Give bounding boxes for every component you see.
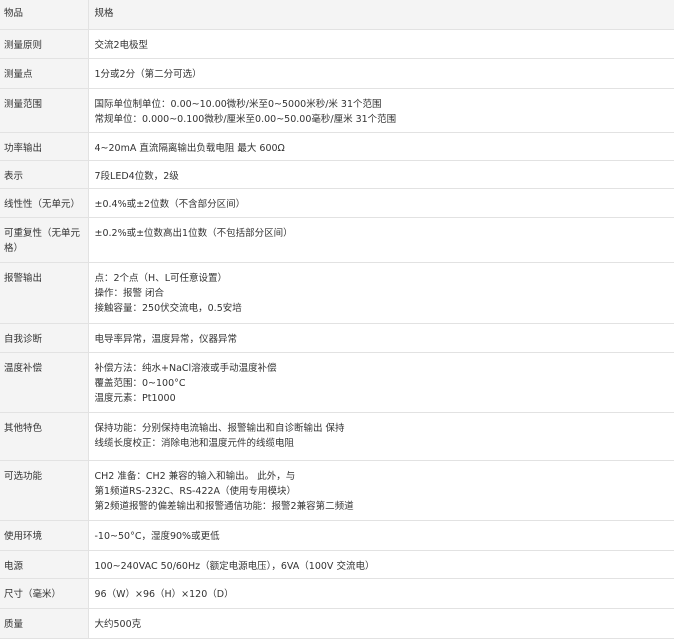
row-label: 线性性（无单元） bbox=[0, 188, 88, 218]
value-line: 温度元素：Pt1000 bbox=[94, 392, 176, 404]
row-label: 功率输出 bbox=[0, 132, 88, 161]
value-line: 保持功能：分别保持电流输出、报警输出和自诊断输出 保持 bbox=[94, 422, 345, 434]
value-line: 接触容量：250伏交流电，0.5安培 bbox=[94, 302, 242, 314]
table-row: 测量原则 交流2电极型 bbox=[0, 29, 674, 59]
value-line: 7段LED4位数，2级 bbox=[94, 170, 179, 182]
row-label: 报警输出 bbox=[0, 262, 88, 324]
row-label: 测量点 bbox=[0, 58, 88, 89]
value-line: CH2 准备：CH2 兼容的输入和输出。 此外，与 bbox=[94, 470, 296, 482]
row-value: 保持功能：分别保持电流输出、报警输出和自诊断输出 保持 线缆长度校正：消除电池和温… bbox=[87, 412, 674, 461]
row-value: 补偿方法：纯水+NaCl溶液或手动温度补偿 覆盖范围：0~100°C 温度元素：Pt… bbox=[87, 352, 674, 413]
row-value: 交流2电极型 bbox=[87, 29, 674, 59]
value-line: 第2频道报警的偏差输出和报警通信功能：报警2兼容第二频道 bbox=[94, 500, 354, 512]
value-line: ±0.4%或±2位数（不含部分区间） bbox=[94, 198, 246, 210]
row-label: 尺寸（毫米） bbox=[0, 578, 88, 609]
row-value: 100~240VAC 50/60Hz（额定电源电压），6VA（100V 交流电） bbox=[87, 550, 674, 579]
row-value: CH2 准备：CH2 兼容的输入和输出。 此外，与 第1频道RS-232C、RS-… bbox=[87, 460, 674, 521]
value-line: 100~240VAC 50/60Hz（额定电源电压），6VA（100V 交流电） bbox=[94, 560, 375, 572]
row-value: ±0.4%或±2位数（不含部分区间） bbox=[87, 188, 674, 218]
row-label: 测量原则 bbox=[0, 29, 88, 59]
value-line: 4~20mA 直流隔离输出负载电阻 最大 600Ω bbox=[94, 142, 285, 154]
header-item: 物品 bbox=[0, 0, 88, 30]
value-line: 覆盖范围：0~100°C bbox=[94, 377, 186, 389]
row-label: 自我诊断 bbox=[0, 323, 88, 353]
value-line: 第1频道RS-232C、RS-422A（使用专用模块） bbox=[94, 485, 297, 497]
row-label: 表示 bbox=[0, 160, 88, 189]
table-row: 报警输出 点：2个点（H、L可任意设置） 操作：报警 闭合接触容量：250伏交流电，… bbox=[0, 262, 674, 324]
row-value: 1分或2分（第二分可选） bbox=[87, 58, 674, 89]
table-row: 可选功能 CH2 准备：CH2 兼容的输入和输出。 此外，与 第1频道RS-232C… bbox=[0, 460, 674, 521]
row-label: 可选功能 bbox=[0, 460, 88, 521]
table-row: 质量 大约500克 bbox=[0, 608, 674, 639]
value-line: 点：2个点（H、L可任意设置） bbox=[94, 272, 227, 284]
row-value: ±0.2%或±位数高出1位数（不包括部分区间） bbox=[87, 217, 674, 263]
row-value: -10~50°C，湿度90%或更低 bbox=[87, 520, 674, 551]
table-row: 线性性（无单元） ±0.4%或±2位数（不含部分区间） bbox=[0, 188, 674, 218]
value-line: ±0.2%或±位数高出1位数（不包括部分区间） bbox=[94, 227, 293, 239]
row-value: 电导率异常，温度异常，仪器异常 bbox=[87, 323, 674, 353]
value-line: 常规单位：0.000~0.100微秒/厘米至0.00~50.00毫秒/厘米 31… bbox=[94, 113, 397, 125]
header-row: 物品 规格 bbox=[0, 0, 674, 30]
row-value: 点：2个点（H、L可任意设置） 操作：报警 闭合接触容量：250伏交流电，0.5安… bbox=[87, 262, 674, 324]
row-label: 质量 bbox=[0, 608, 88, 639]
table-row: 使用环境 -10~50°C，湿度90%或更低 bbox=[0, 520, 674, 551]
row-value: 4~20mA 直流隔离输出负载电阻 最大 600Ω bbox=[87, 132, 674, 161]
table-row: 尺寸（毫米） 96（W）×96（H）×120（D） bbox=[0, 578, 674, 609]
table-row: 测量范围 国际单位制单位：0.00~10.00微秒/米至0~5000米秒/米 31… bbox=[0, 88, 674, 133]
value-line: 大约500克 bbox=[94, 618, 142, 630]
table-row: 功率输出 4~20mA 直流隔离输出负载电阻 最大 600Ω bbox=[0, 132, 674, 161]
row-label: 电源 bbox=[0, 550, 88, 579]
row-label: 其他特色 bbox=[0, 412, 88, 461]
value-line: 电导率异常，温度异常，仪器异常 bbox=[94, 333, 238, 345]
value-line: -10~50°C，湿度90%或更低 bbox=[94, 530, 220, 542]
value-line: 交流2电极型 bbox=[94, 39, 149, 51]
value-line: 国际单位制单位：0.00~10.00微秒/米至0~5000米秒/米 31个范围 bbox=[94, 98, 382, 110]
row-label: 温度补偿 bbox=[0, 352, 88, 413]
row-value: 7段LED4位数，2级 bbox=[87, 160, 674, 189]
row-label: 使用环境 bbox=[0, 520, 88, 551]
table-row: 自我诊断 电导率异常，温度异常，仪器异常 bbox=[0, 323, 674, 353]
value-line: 线缆长度校正：消除电池和温度元件的线缆电阻 bbox=[94, 437, 295, 449]
table-row: 表示 7段LED4位数，2级 bbox=[0, 160, 674, 189]
table-row: 测量点 1分或2分（第二分可选） bbox=[0, 58, 674, 89]
row-value: 96（W）×96（H）×120（D） bbox=[87, 578, 674, 609]
row-label: 可重复性（无单元格） bbox=[0, 217, 88, 263]
table-row: 可重复性（无单元格） ±0.2%或±位数高出1位数（不包括部分区间） bbox=[0, 217, 674, 263]
value-line: 96（W）×96（H）×120（D） bbox=[94, 588, 234, 600]
table-row: 电源 100~240VAC 50/60Hz（额定电源电压），6VA（100V 交流… bbox=[0, 550, 674, 579]
spec-table-body: 物品 规格 测量原则 交流2电极型 测量点 1分或2分（第二分可选） 测量范围 国际单位制… bbox=[0, 0, 674, 639]
value-line: 操作：报警 闭合 bbox=[94, 287, 165, 299]
header-spec: 规格 bbox=[87, 0, 674, 30]
value-line: 补偿方法：纯水+NaCl溶液或手动温度补偿 bbox=[94, 362, 277, 374]
row-label: 测量范围 bbox=[0, 88, 88, 133]
row-value: 大约500克 bbox=[87, 608, 674, 639]
value-line: 1分或2分（第二分可选） bbox=[94, 68, 202, 80]
row-value: 国际单位制单位：0.00~10.00微秒/米至0~5000米秒/米 31个范围常… bbox=[87, 88, 674, 133]
table-row: 其他特色 保持功能：分别保持电流输出、报警输出和自诊断输出 保持 线缆长度校正：消除… bbox=[0, 412, 674, 461]
table-row: 温度补偿 补偿方法：纯水+NaCl溶液或手动温度补偿 覆盖范围：0~100°C 温度元… bbox=[0, 352, 674, 413]
spec-table: 物品 规格 测量原则 交流2电极型 测量点 1分或2分（第二分可选） 测量范围 国际单位制… bbox=[0, 0, 674, 639]
